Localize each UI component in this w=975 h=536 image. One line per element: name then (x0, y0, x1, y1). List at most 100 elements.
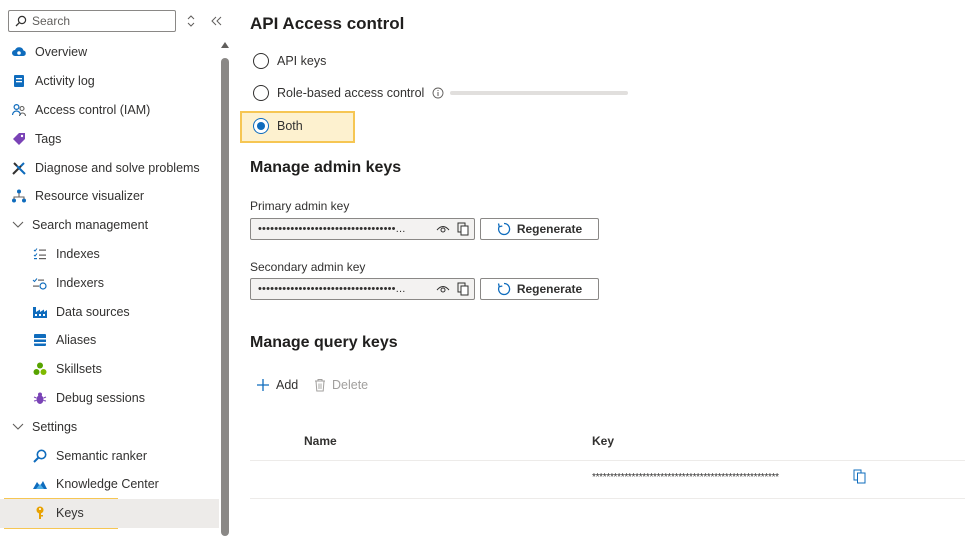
sidebar-item-resource-visualizer[interactable]: Resource visualizer (0, 182, 219, 211)
expand-collapse-sort-button[interactable] (180, 10, 202, 32)
query-keys-heading: Manage query keys (250, 334, 398, 351)
secondary-admin-key-label: Secondary admin key (250, 260, 366, 274)
sidebar-item-label: Data sources (56, 304, 130, 319)
sidebar-item-label: Indexes (56, 246, 100, 261)
sidebar-item-overview[interactable]: Overview (0, 38, 219, 67)
radio-label: API keys (277, 54, 327, 68)
copy-icon[interactable] (853, 469, 866, 487)
copy-icon[interactable] (454, 222, 472, 236)
list-icon (31, 245, 49, 263)
radio-rbac[interactable]: Role-based access control (253, 85, 629, 101)
radio-button-rbac[interactable] (253, 85, 269, 101)
sidebar-group-search-management[interactable]: Search management (0, 211, 219, 240)
key-icon (31, 504, 49, 522)
sidebar-item-semantic-ranker[interactable]: Semantic ranker (0, 441, 219, 470)
activity-log-icon (10, 72, 28, 90)
primary-admin-key-label: Primary admin key (250, 199, 350, 213)
sidebar-search-input[interactable] (32, 14, 162, 28)
sidebar-item-access-control[interactable]: Access control (IAM) (0, 96, 219, 125)
sidebar-item-label: Tags (35, 131, 62, 146)
sort-icon (187, 15, 195, 27)
trash-icon (315, 379, 325, 392)
sidebar-item-knowledge-center[interactable]: Knowledge Center (0, 470, 219, 499)
double-chevron-left-icon (211, 16, 222, 26)
factory-icon (31, 303, 49, 321)
search-icon (15, 15, 27, 27)
sidebar-item-debug-sessions[interactable]: Debug sessions (0, 384, 219, 413)
knowledge-icon (31, 475, 49, 493)
sidebar-item-activity-log[interactable]: Activity log (0, 67, 219, 96)
sidebar-item-tags[interactable]: Tags (0, 124, 219, 153)
sidebar-item-label: Activity log (35, 74, 95, 89)
refresh-icon (497, 282, 511, 296)
secondary-admin-key-value: ••••••••••••••••••••••••••••••••••... (258, 283, 406, 295)
chevron-down-icon (10, 423, 26, 431)
sidebar-item-keys[interactable]: Keys (0, 498, 219, 528)
resource-menu-sidebar: Overview Activity log Access control (IA… (0, 0, 232, 536)
sidebar-item-label: Skillsets (56, 362, 102, 377)
sidebar-item-label: Aliases (56, 333, 97, 348)
sidebar-item-label: Settings (32, 419, 78, 434)
add-query-key-button[interactable]: Add (256, 378, 298, 392)
regenerate-secondary-button[interactable]: Regenerate (480, 278, 599, 300)
secondary-admin-key-field[interactable]: ••••••••••••••••••••••••••••••••••... (250, 278, 475, 300)
indexer-icon (31, 274, 49, 292)
sidebar-item-diagnose[interactable]: Diagnose and solve problems (0, 153, 219, 182)
column-header-name[interactable]: Name (304, 434, 337, 448)
sidebar-group-settings[interactable]: Settings (0, 412, 219, 441)
sidebar-item-indexers[interactable]: Indexers (0, 268, 219, 297)
admin-keys-heading: Manage admin keys (250, 159, 402, 176)
add-label: Add (276, 378, 299, 392)
delete-label: Delete (332, 378, 369, 392)
regenerate-primary-button[interactable]: Regenerate (480, 218, 599, 240)
scrollbar-thumb[interactable] (221, 58, 229, 536)
page-title: API Access control (250, 14, 405, 33)
alias-icon (31, 331, 49, 349)
table-header-divider (250, 460, 965, 461)
bug-icon (31, 389, 49, 407)
chevron-down-icon (10, 221, 26, 229)
sidebar-item-label: Keys (56, 506, 84, 521)
scroll-up-arrow-icon[interactable] (221, 42, 229, 48)
sidebar-item-label: Search management (32, 218, 149, 233)
collapse-sidebar-button[interactable] (206, 10, 228, 32)
refresh-icon (497, 222, 511, 236)
primary-admin-key-value: ••••••••••••••••••••••••••••••••••... (258, 223, 406, 235)
sidebar-item-data-sources[interactable]: Data sources (0, 297, 219, 326)
skillset-icon (31, 360, 49, 378)
main-content: API Access control API keys Role-based a… (240, 0, 965, 536)
primary-admin-key-field[interactable]: ••••••••••••••••••••••••••••••••••... (250, 218, 475, 240)
people-icon (10, 101, 28, 119)
search-icon (31, 447, 49, 465)
sidebar-item-label: Overview (35, 45, 88, 60)
sidebar-item-aliases[interactable]: Aliases (0, 326, 219, 355)
column-header-key[interactable]: Key (592, 434, 614, 448)
sidebar-item-label: Knowledge Center (56, 477, 159, 492)
table-row-divider (250, 498, 965, 499)
delete-query-key-button[interactable]: Delete (314, 378, 368, 392)
radio-both[interactable]: Both (253, 118, 303, 134)
sidebar-item-indexes[interactable]: Indexes (0, 240, 219, 269)
plus-icon (257, 379, 269, 391)
wrench-icon (10, 159, 28, 177)
sidebar-item-label: Semantic ranker (56, 448, 148, 463)
eye-icon[interactable] (434, 224, 452, 234)
radio-label: Both (277, 119, 303, 133)
cloud-search-icon (10, 43, 28, 61)
sidebar-item-label: Resource visualizer (35, 189, 145, 204)
sidebar-item-label: Diagnose and solve problems (35, 160, 200, 175)
regenerate-label: Regenerate (516, 222, 583, 236)
eye-icon[interactable] (434, 284, 452, 294)
radio-api-keys[interactable]: API keys (253, 53, 326, 69)
sidebar-item-label: Access control (IAM) (35, 102, 151, 117)
info-icon[interactable] (432, 87, 444, 99)
sidebar-nav: Overview Activity log Access control (IA… (0, 38, 219, 528)
hierarchy-icon (10, 187, 28, 205)
sidebar-item-skillsets[interactable]: Skillsets (0, 355, 219, 384)
radio-button-both[interactable] (253, 118, 269, 134)
radio-button-api-keys[interactable] (253, 53, 269, 69)
copy-icon[interactable] (454, 282, 472, 296)
sidebar-search-box[interactable] (8, 10, 176, 32)
sidebar-item-label: Indexers (56, 275, 104, 290)
sidebar-scrollbar[interactable] (219, 40, 231, 536)
